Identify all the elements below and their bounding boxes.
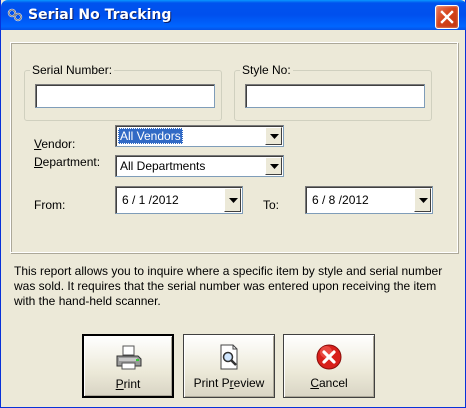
print-button-label: Print — [115, 377, 141, 391]
vendor-dropdown-button[interactable] — [265, 127, 282, 145]
printer-icon — [114, 344, 142, 372]
to-label: To: — [263, 198, 280, 212]
from-date-picker[interactable]: 6 / 1 /2012 — [115, 186, 243, 214]
vendor-label: Vendor: — [34, 137, 76, 151]
to-date-picker[interactable]: 6 / 8 /2012 — [305, 186, 433, 214]
close-button[interactable] — [435, 5, 459, 29]
print-preview-button[interactable]: Print Preview — [183, 334, 275, 398]
print-preview-icon — [215, 343, 243, 371]
link-chain-icon — [7, 7, 23, 23]
style-no-input[interactable] — [245, 84, 425, 108]
cancel-button-label: Cancel — [310, 376, 348, 390]
cancel-button[interactable]: Cancel — [283, 334, 375, 398]
to-date-value: 6 / 8 /2012 — [312, 193, 369, 207]
from-date-dropdown-button[interactable] — [224, 188, 241, 212]
title-bar[interactable]: Serial No Tracking — [1, 0, 466, 30]
department-label: Department: — [34, 155, 101, 169]
serial-number-label: Serial Number: — [32, 63, 113, 77]
department-dropdown-button[interactable] — [265, 157, 282, 175]
style-no-label: Style No: — [242, 63, 291, 77]
from-date-value: 6 / 1 /2012 — [122, 193, 179, 207]
vendor-select[interactable]: All Vendors — [115, 125, 284, 147]
print-button[interactable]: Print — [82, 334, 174, 398]
report-description: This report allows you to inquire where … — [14, 264, 443, 308]
serial-number-input[interactable] — [35, 84, 215, 108]
criteria-panel: Serial Number: Style No: Vendor: All Ven… — [10, 42, 458, 253]
vendor-value: All Vendors — [118, 128, 183, 144]
department-select[interactable]: All Departments — [115, 155, 284, 177]
window-title: Serial No Tracking — [28, 7, 172, 23]
dialog-window: Serial No Tracking Serial Number: Style … — [0, 0, 466, 408]
to-date-dropdown-button[interactable] — [414, 188, 431, 212]
from-label: From: — [34, 198, 66, 212]
print-preview-button-label: Print Preview — [193, 376, 265, 390]
department-value: All Departments — [120, 159, 206, 173]
cancel-icon — [315, 343, 343, 371]
